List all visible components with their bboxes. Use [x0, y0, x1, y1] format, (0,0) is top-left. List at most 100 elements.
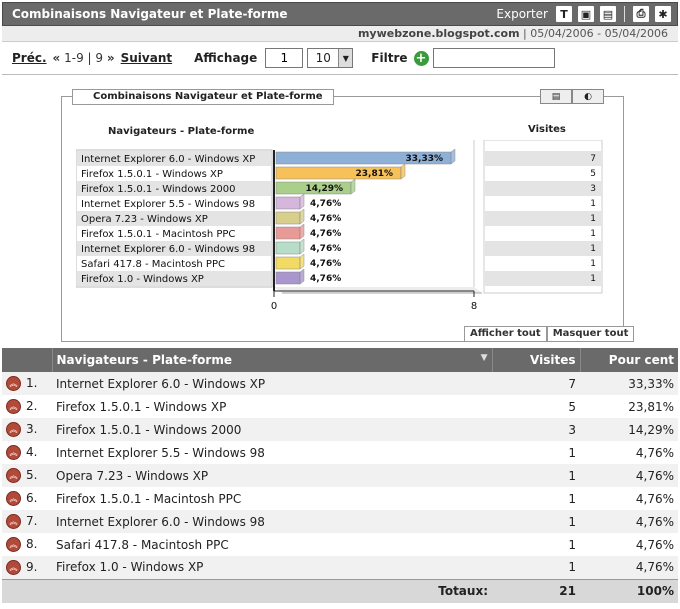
collapse-icon[interactable]: ︽ — [6, 559, 21, 575]
chart-toggle-buttons: Afficher tout Masquer tout — [464, 326, 635, 342]
pie-view-icon[interactable]: ◐ — [572, 89, 604, 104]
table-row[interactable]: ︽ 1. Internet Explorer 6.0 - Windows XP 7 33… — [2, 372, 678, 395]
xml-export-icon[interactable]: ▣ — [578, 6, 594, 22]
print-icon[interactable]: ⎙ — [633, 6, 649, 22]
row-icon-cell: ︽ 6. — [2, 487, 52, 510]
header-percent[interactable]: Pour cent — [580, 348, 678, 372]
settings-icon[interactable]: ✱ — [655, 6, 671, 22]
row-name: Safari 417.8 - Macintosh PPC — [52, 533, 492, 556]
chart-category-label: Firefox 1.5.0.1 - Windows 2000 — [81, 184, 236, 195]
value-row-bg — [485, 151, 601, 166]
chart-category-label: Firefox 1.5.0.1 - Macintosh PPC — [81, 229, 235, 240]
chart-data-label: 4,76% — [310, 274, 341, 284]
collapse-icon[interactable]: ︽ — [6, 376, 21, 391]
row-percent: 4,76% — [580, 556, 678, 579]
next-arrows-icon[interactable]: » — [107, 51, 115, 65]
row-icon-cell: ︽ 8. — [2, 533, 52, 556]
table-row[interactable]: ︽ 7. Internet Explorer 6.0 - Windows 98 1 4,… — [2, 510, 678, 533]
export-label: Exporter — [496, 7, 548, 21]
chart-bar-side — [299, 268, 305, 285]
title-bar: Combinaisons Navigateur et Plate-forme E… — [2, 2, 678, 26]
x-tick-label: 8 — [471, 301, 477, 312]
row-visits: 3 — [492, 418, 580, 441]
text-export-icon[interactable]: T — [556, 6, 572, 22]
row-percent: 14,29% — [580, 418, 678, 441]
row-percent: 4,76% — [580, 441, 678, 464]
chevron-down-icon[interactable]: ▼ — [338, 49, 353, 67]
chart-bar — [275, 256, 301, 270]
totals-blank — [2, 578, 52, 603]
add-filter-icon[interactable]: + — [413, 50, 429, 66]
prev-arrows-icon[interactable]: « — [53, 51, 61, 65]
table-row[interactable]: ︽ 4. Internet Explorer 5.5 - Windows 98 1 4,… — [2, 441, 678, 464]
page-title: Combinaisons Navigateur et Plate-forme — [12, 7, 288, 21]
chart-category-label: Internet Explorer 6.0 - Windows 98 — [81, 244, 255, 255]
table-row[interactable]: ︽ 9. Firefox 1.0 - Windows XP 1 4,76% — [2, 556, 678, 579]
collapse-icon[interactable]: ︽ — [6, 537, 21, 552]
chart-bar-side — [299, 223, 305, 240]
chart-bar-side — [299, 193, 305, 210]
row-icon-cell: ︽ 4. — [2, 441, 52, 464]
chart-category-label: Internet Explorer 6.0 - Windows XP — [81, 154, 255, 165]
row-index: 7. — [26, 514, 38, 528]
chart-value-label: 1 — [590, 259, 596, 269]
page-range: « 1-9 | 9 » — [53, 51, 115, 65]
chart-view-switch: ▤ ◐ — [540, 89, 604, 104]
collapse-icon[interactable]: ︽ — [6, 514, 21, 529]
header-visits[interactable]: Visites — [492, 348, 581, 372]
collapse-icon[interactable]: ︽ — [6, 422, 21, 437]
row-percent: 4,76% — [580, 533, 678, 556]
table-row[interactable]: ︽ 3. Firefox 1.5.0.1 - Windows 2000 3 14,29% — [2, 418, 678, 441]
row-visits: 7 — [492, 372, 580, 395]
chart-value-label: 3 — [590, 184, 596, 194]
show-all-button[interactable]: Afficher tout — [464, 326, 547, 342]
header-name[interactable]: Navigateurs - Plate-forme ▼ — [52, 348, 493, 372]
filter-label: Filtre — [371, 51, 408, 65]
row-name: Firefox 1.0 - Windows XP — [52, 556, 492, 579]
table-row[interactable]: ︽ 8. Safari 417.8 - Macintosh PPC 1 4,76% — [2, 533, 678, 556]
next-link[interactable]: Suivant — [121, 51, 173, 65]
chart-data-label: 23,81% — [356, 169, 394, 179]
chart-bar — [275, 196, 301, 210]
prev-link[interactable]: Préc. — [12, 51, 47, 65]
chart-bar — [275, 241, 301, 255]
collapse-icon[interactable]: ︽ — [6, 445, 21, 460]
chart-bar-side — [350, 178, 356, 195]
pager-bar: Préc. « 1-9 | 9 » Suivant Affichage 10 ▼… — [12, 47, 555, 69]
row-index: 5. — [26, 468, 38, 482]
excel-export-icon[interactable]: ▤ — [600, 6, 616, 22]
collapse-icon[interactable]: ︽ — [6, 399, 21, 414]
row-index: 4. — [26, 445, 38, 459]
divider — [2, 74, 678, 75]
table-row[interactable]: ︽ 5. Opera 7.23 - Windows XP 1 4,76% — [2, 464, 678, 487]
display-count-select[interactable]: 10 ▼ — [307, 48, 354, 68]
collapse-icon[interactable]: ︽ — [6, 491, 21, 506]
chart-bar-side — [400, 163, 406, 180]
row-icon-cell: ︽ 5. — [2, 464, 52, 487]
row-name: Firefox 1.5.0.1 - Macintosh PPC — [52, 487, 492, 510]
chart-data-label: 4,76% — [310, 229, 341, 239]
site-name: mywebzone.blogspot.com — [357, 27, 520, 40]
filter-input[interactable] — [432, 48, 555, 68]
totals-row: Totaux: 21 100% — [2, 578, 678, 603]
table-row[interactable]: ︽ 6. Firefox 1.5.0.1 - Macintosh PPC 1 4,76% — [2, 487, 678, 510]
row-index: 6. — [26, 491, 38, 505]
row-index: 1. — [26, 376, 38, 390]
chart-bar — [275, 226, 301, 240]
sort-down-icon[interactable]: ▼ — [481, 353, 488, 363]
collapse-icon[interactable]: ︽ — [6, 468, 21, 483]
table-row[interactable]: ︽ 2. Firefox 1.5.0.1 - Windows XP 5 23,81% — [2, 395, 678, 418]
header-icon-col — [2, 348, 53, 372]
hide-all-button[interactable]: Masquer tout — [546, 326, 635, 342]
x-tick-label: 0 — [271, 301, 277, 312]
bar-view-icon[interactable]: ▤ — [540, 89, 572, 104]
chart-value-label: 1 — [590, 274, 596, 284]
chart-value-label: 5 — [590, 169, 596, 179]
chart-category-header: Navigateurs - Plate-forme — [108, 126, 255, 137]
display-start-input[interactable] — [265, 48, 304, 68]
row-icon-cell: ︽ 3. — [2, 418, 52, 441]
row-visits: 1 — [492, 487, 580, 510]
chart-visits-header: Visites — [528, 124, 566, 135]
row-percent: 23,81% — [580, 395, 678, 418]
site-info-bar: mywebzone.blogspot.com | 05/04/2006 - 05… — [2, 26, 678, 42]
